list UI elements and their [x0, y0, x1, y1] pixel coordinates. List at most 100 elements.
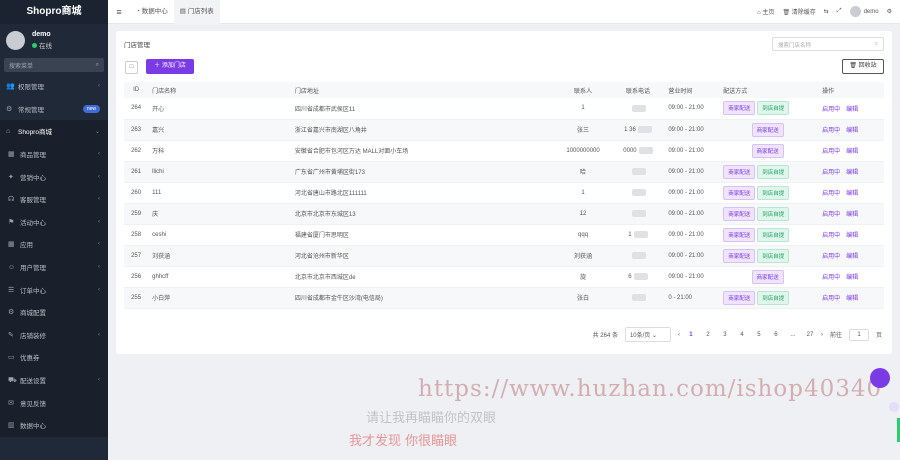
cell-name: 嘉兴 [148, 119, 291, 141]
chevron-icon: ‹ [98, 196, 100, 203]
edit-link[interactable]: 编辑 [846, 191, 858, 197]
online-dot-icon [32, 43, 37, 48]
assistant-icon[interactable] [889, 402, 899, 412]
status-toggle[interactable]: 启用中 [822, 107, 840, 113]
edit-link[interactable]: 编辑 [846, 128, 858, 134]
status-toggle[interactable]: 启用中 [822, 128, 840, 134]
sidebar-item-12[interactable]: ▭ 优惠券 [0, 346, 108, 369]
top-bar: ≡ ◔ 数据中心 ▤ 门店列表 ⌂ 主页 🗑 清除缓存 ⇆ ⤢ demo ⚙ [108, 0, 900, 24]
sidebar-item-13[interactable]: ⛟ 配送设置 ‹ [0, 368, 108, 392]
page-number[interactable]: 27 [806, 332, 814, 338]
edit-link[interactable]: 编辑 [846, 296, 858, 302]
next-page-icon[interactable]: › [821, 332, 823, 338]
sidebar-item-2[interactable]: ⌂ Shopro商城 ⌄ [0, 120, 108, 143]
delivery-tag: 商家配送 [723, 101, 756, 116]
table-row[interactable]: 263 嘉兴 浙江省嘉兴市南湖区八角井 张三 1 36 09:00 - 21:00 商家配送… [124, 119, 884, 141]
sidebar-item-9[interactable]: ☰ 订单中心 ‹ [0, 278, 108, 301]
cell-phone: 1 [611, 224, 665, 246]
fullscreen-icon[interactable]: ⤢ [837, 8, 842, 15]
address-value: 安徽省合肥市包河区万达 MALL对面小车场 [294, 149, 409, 155]
sidebar-item-label: 营销中心 [20, 174, 46, 182]
sidebar-item-10[interactable]: ⚙ 商城配置 [0, 300, 108, 324]
sidebar-item-0[interactable]: 👥 权限管理 ‹ [0, 75, 108, 98]
sidebar-item-label: 活动中心 [20, 219, 46, 227]
status-toggle[interactable]: 启用中 [822, 296, 840, 302]
id-value: 255 [131, 294, 142, 301]
hours-value: 09:00 - 21:00 [668, 231, 704, 238]
goto-page-input[interactable]: 1 [848, 328, 869, 341]
chat-bubble-icon[interactable] [870, 368, 890, 388]
tab-dashboard[interactable]: ◔ 数据中心 [130, 0, 174, 24]
sidebar-item-15[interactable]: ▥ 数据中心 [0, 413, 108, 437]
user-name: demo [32, 31, 51, 38]
table-row[interactable]: 262 万科 安徽省合肥市包河区万达 MALL对面小车场 1000000000 0000… [124, 140, 884, 162]
search-icon[interactable]: ⌕ [875, 41, 878, 47]
per-page-select[interactable]: 10条/页 ⌄ [624, 327, 671, 342]
sidebar-item-8[interactable]: ☺ 用户管理 ‹ [0, 255, 108, 279]
table-row[interactable]: 259 庆北京市北京市东城区13 12 09:00 - 21:00 商家配送 到店自提 启用… [124, 203, 884, 225]
status-toggle[interactable]: 启用中 [822, 170, 840, 176]
status-toggle[interactable]: 启用中 [822, 212, 840, 218]
user-menu[interactable]: demo [849, 6, 879, 17]
search-icon[interactable]: ⌕ [96, 62, 99, 69]
page-number[interactable]: 1 [687, 332, 695, 338]
delivery-tag: 商家配送 [751, 269, 784, 284]
id-value: 263 [131, 126, 142, 133]
contact-value: 旋 [580, 275, 587, 281]
table-row[interactable]: 261 llichi 广东省广州市黄埔区街173 哈 09:00 - 21:00 商家配送… [124, 161, 884, 183]
page-number[interactable]: 2 [704, 332, 712, 338]
recycle-bin-button[interactable]: 🗑 回收站 [842, 59, 884, 74]
prev-page-icon[interactable]: ‹ [678, 332, 680, 338]
edit-link[interactable]: 编辑 [846, 275, 858, 281]
cell-ops: 启用中 编辑 [818, 287, 884, 309]
select-all-checkbox[interactable]: □ [125, 61, 138, 74]
page-number[interactable]: 4 [738, 332, 746, 338]
table-row[interactable]: 260 111 河北省唐山市路北区111111 1 09:00 - 21:00 商家配送到… [124, 182, 884, 204]
delivery-tag: 到店自提 [757, 101, 790, 116]
table-row[interactable]: 258 ceshi 福建省厦门市思明区 qqq 1 09:00 - 21:00 商家配送 到店… [124, 224, 884, 246]
sidebar-search-input[interactable]: 搜索菜单 ⌕ [4, 58, 104, 72]
edit-link[interactable]: 编辑 [846, 170, 858, 176]
status-toggle[interactable]: 启用中 [822, 275, 840, 281]
status-toggle[interactable]: 启用中 [822, 191, 840, 197]
table-row[interactable]: 257 刘获涵 河北省沧州市新华区 刘获涵 09:00 - 21:00 商家配送 到店自提启… [124, 245, 884, 267]
edit-link[interactable]: 编辑 [846, 212, 858, 218]
add-store-button[interactable]: ＋ 添加门店 [146, 59, 194, 74]
settings-icon[interactable]: ⚙ [887, 8, 892, 15]
tab-store-list[interactable]: ▤ 门店列表 [173, 0, 220, 24]
page-number[interactable]: 3 [721, 332, 729, 338]
redacted-phone [631, 104, 646, 112]
table-row[interactable]: 264 开心 四川省成都市武侯区11 1 09:00 - 21:00 商家配送 到店自提 启用… [124, 98, 884, 120]
clear-cache-button[interactable]: 🗑 清除缓存 [782, 7, 815, 16]
status-toggle[interactable]: 启用中 [822, 149, 840, 155]
menu-toggle-icon[interactable]: ≡ [108, 7, 130, 17]
cell-hours: 09:00 - 21:00 [664, 224, 720, 246]
sidebar-item-7[interactable]: ▦ 应用 ‹ [0, 233, 108, 256]
sidebar-item-1[interactable]: ⚙ 常规管理 new [0, 98, 108, 121]
edit-link[interactable]: 编辑 [846, 254, 858, 260]
store-search-input[interactable]: 搜索门店名称 ⌕ [772, 37, 884, 51]
page-number[interactable]: 5 [755, 332, 763, 338]
page-number[interactable]: 6 [772, 332, 780, 338]
cell-address: 四川省成都市金牛区沙湾(电信局) [290, 287, 555, 309]
status-toggle[interactable]: 启用中 [822, 233, 840, 239]
status-toggle[interactable]: 启用中 [822, 254, 840, 260]
table-row[interactable]: 255 小白萍 四川省成都市金牛区沙湾(电信局) 张白 0 - 21:00 商家配送 到店自… [124, 287, 884, 309]
table-row[interactable]: 256 ghhcff 北京市北京市西城区de 旋 6 09:00 - 21:00 商家配送 启… [124, 266, 884, 288]
sidebar-item-11[interactable]: ✎ 店铺装修 ‹ [0, 323, 108, 347]
tab-label: 数据中心 [141, 7, 168, 15]
edit-link[interactable]: 编辑 [846, 107, 858, 113]
address-value: 浙江省嘉兴市南湖区八角井 [294, 128, 367, 134]
sidebar-item-3[interactable]: ▦ 商品管理 ‹ [0, 142, 108, 166]
sidebar-item-6[interactable]: ⚑ 活动中心 ‹ [0, 210, 108, 234]
page-number[interactable]: ... [789, 332, 797, 338]
sidebar-item-14[interactable]: ✉ 意见反馈 [0, 391, 108, 414]
sidebar-item-4[interactable]: ✦ 营销中心 ‹ [0, 165, 108, 188]
sidebar-item-5[interactable]: ☊ 客服管理 ‹ [0, 187, 108, 211]
avatar[interactable] [6, 31, 25, 50]
home-link[interactable]: ⌂ 主页 [757, 7, 774, 16]
edit-link[interactable]: 编辑 [846, 149, 858, 155]
translate-icon[interactable]: ⇆ [824, 8, 829, 15]
edit-link[interactable]: 编辑 [846, 233, 858, 239]
app-logo[interactable]: Shopro商城 [0, 0, 108, 24]
